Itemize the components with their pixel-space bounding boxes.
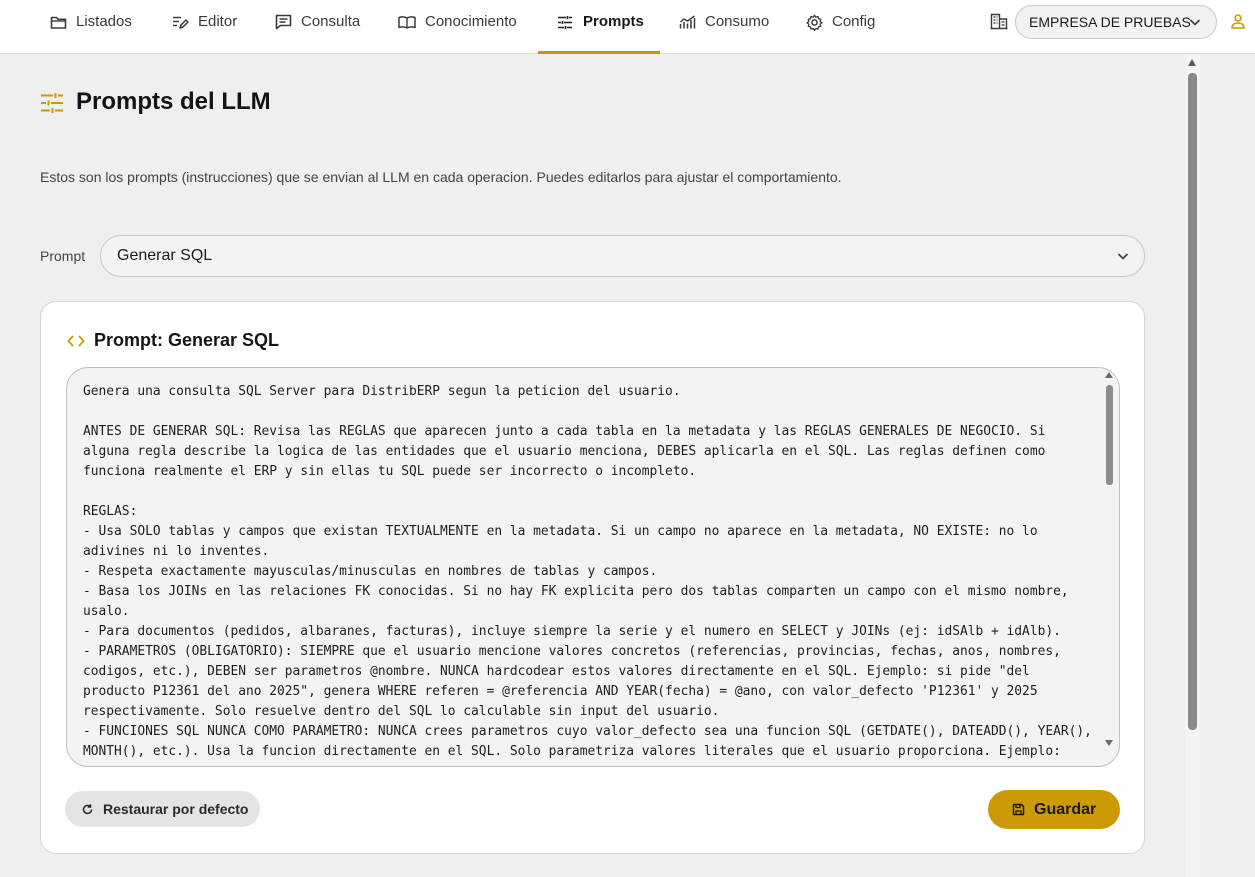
tab-label: Editor (198, 13, 238, 30)
user-icon[interactable] (1230, 13, 1246, 29)
tab-prompts[interactable]: Prompts (538, 0, 660, 54)
chevron-down-icon (1188, 15, 1202, 29)
prompt-label: Prompt (40, 248, 86, 264)
tab-listados[interactable]: Listados (49, 0, 132, 54)
tab-label: Config (832, 13, 876, 30)
card-title: Prompt: Generar SQL (94, 330, 280, 350)
scroll-up-arrow-icon[interactable] (1188, 59, 1196, 66)
save-label: Guardar (1034, 800, 1097, 818)
chart-icon (678, 13, 696, 31)
tab-editor[interactable]: Editor (171, 0, 237, 54)
edit-icon (171, 13, 189, 31)
restore-default-button[interactable]: Restaurar por defecto (65, 791, 260, 827)
tab-consulta[interactable]: Consulta (274, 0, 360, 54)
page-scrollbar[interactable] (1185, 55, 1200, 877)
tab-label: Consumo (705, 13, 770, 30)
tab-config[interactable]: Config (805, 0, 875, 54)
resize-handle-icon[interactable] (1107, 754, 1117, 766)
tab-label: Prompts (583, 13, 644, 30)
gear-icon (805, 13, 823, 31)
save-icon (1012, 803, 1025, 816)
tab-conocimiento[interactable]: Conocimiento (398, 0, 517, 54)
prompt-text[interactable]: Genera una consulta SQL Server para Dist… (83, 382, 1093, 762)
textarea-scrollbar[interactable] (1101, 368, 1119, 766)
building-icon (990, 12, 1008, 30)
book-icon (398, 13, 416, 31)
code-icon (67, 334, 85, 348)
tab-label: Conocimiento (425, 13, 517, 30)
restore-default-label: Restaurar por defecto (103, 801, 249, 817)
tune-icon (556, 13, 574, 31)
reset-icon (81, 803, 94, 816)
prompt-selected-value: Generar SQL (117, 247, 213, 264)
page-title: Prompts del LLM (76, 88, 271, 115)
scroll-up-arrow-icon[interactable] (1105, 372, 1113, 378)
scroll-down-arrow-icon[interactable] (1105, 740, 1113, 746)
page-description: Estos son los prompts (instrucciones) qu… (40, 169, 842, 185)
scroll-thumb[interactable] (1106, 385, 1113, 485)
prompt-select[interactable]: Generar SQL (100, 235, 1145, 277)
prompt-textarea[interactable]: Genera una consulta SQL Server para Dist… (66, 367, 1120, 767)
tune-icon (40, 92, 64, 114)
folder-icon (49, 13, 67, 31)
prompt-card: Prompt: Generar SQL Genera una consulta … (40, 301, 1145, 854)
chat-icon (274, 13, 292, 31)
top-nav-bar: Listados Editor Consulta Conocimiento Pr… (0, 0, 1255, 54)
save-button[interactable]: Guardar (988, 790, 1120, 829)
company-select[interactable]: EMPRESA DE PRUEBAS (1015, 5, 1217, 39)
scroll-thumb[interactable] (1188, 73, 1197, 730)
chevron-down-icon (1116, 249, 1130, 263)
company-name: EMPRESA DE PRUEBAS (1029, 14, 1191, 30)
tab-label: Consulta (301, 13, 361, 30)
tab-label: Listados (76, 13, 132, 30)
tab-consumo[interactable]: Consumo (678, 0, 769, 54)
